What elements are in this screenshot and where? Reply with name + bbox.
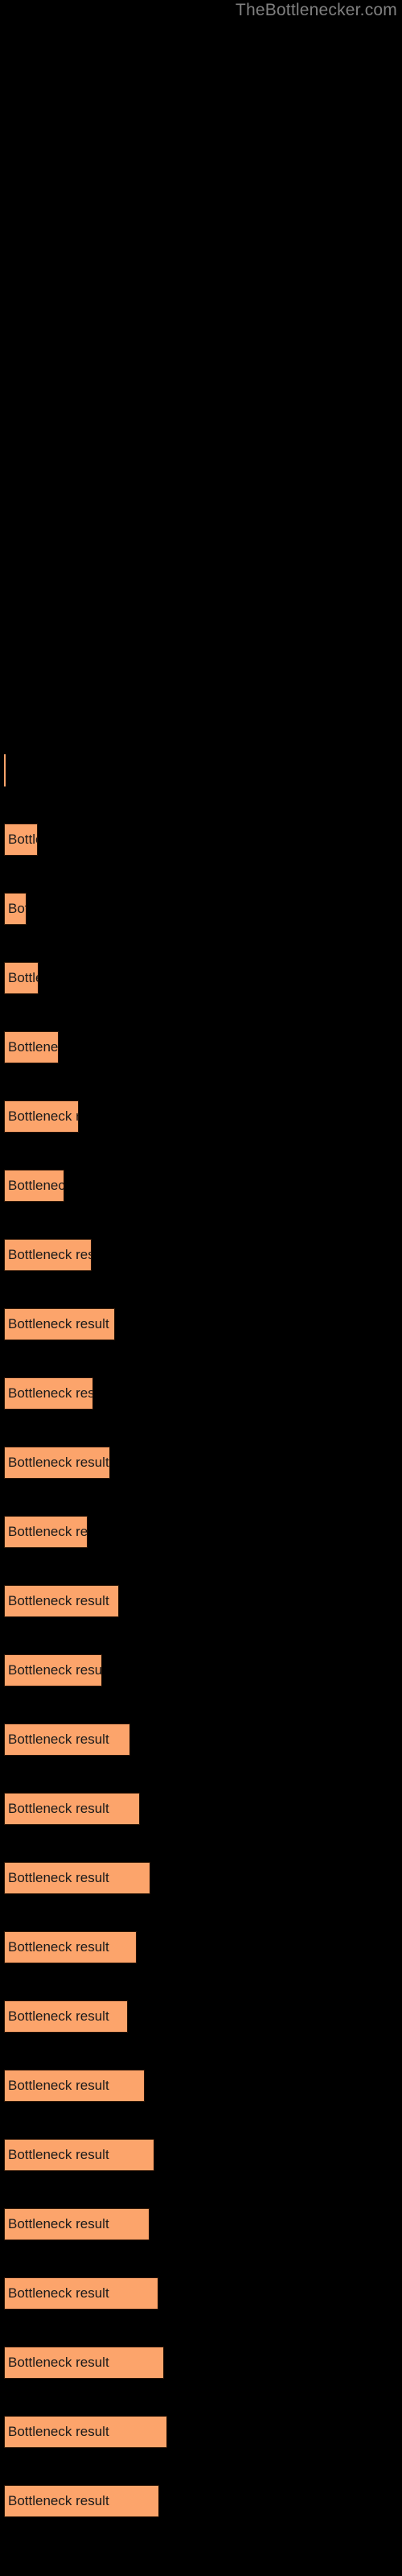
bar-row: Bottleneck result <box>0 1445 402 1480</box>
chart-bar: Bottleneck result <box>4 2208 150 2240</box>
bar-label: Bottleneck result <box>8 1593 109 1608</box>
bar-label: Bottleneck result <box>8 2355 109 2370</box>
bar-row: Bottleneck result <box>0 1030 402 1065</box>
bar-label: Bottleneck result <box>8 2285 109 2301</box>
bar-label: Bottleneck result <box>8 2216 109 2231</box>
bar-row: Bottleneck result <box>0 1653 402 1688</box>
bottleneck-bar-chart: Bottleneck result Bottleneck result Bottle… <box>0 0 402 2576</box>
chart-bar: Bottleneck result <box>4 1308 115 1340</box>
bar-row: Bottleneck result <box>0 822 402 857</box>
chart-bar: Bottleneck result <box>4 893 27 925</box>
bar-label: Bottleneck result <box>8 832 37 847</box>
bar-label: Bottleneck result <box>8 1455 109 1470</box>
chart-bar: Bottleneck result <box>4 1931 137 1963</box>
chart-bar: Bottleneck result <box>4 1724 130 1756</box>
chart-bar: Bottleneck result <box>4 824 38 856</box>
bar-row: Bottleneck result <box>0 1514 402 1550</box>
chart-bar: Bottleneck result <box>4 2485 159 2517</box>
bar-row: Bottleneck result <box>0 1583 402 1619</box>
bar-label: Bottleneck result <box>8 2424 109 2439</box>
chart-bar: Bottleneck result <box>4 962 39 994</box>
bar-row: Bottleneck result <box>0 1376 402 1411</box>
chart-bar: Bottleneck result <box>4 1585 119 1617</box>
bar-label: Bottleneck result <box>8 1939 109 1955</box>
chart-bar: Bottleneck result <box>4 1516 88 1548</box>
bar-row: Bottleneck result <box>0 2068 402 2103</box>
chart-bar: Bottleneck result <box>4 2277 158 2310</box>
chart-bar: Bottleneck result <box>4 2000 128 2033</box>
bar-row: Bottleneck result <box>0 2276 402 2311</box>
bar-row: Bottleneck result <box>0 2207 402 2242</box>
bar-row: Bottleneck result <box>0 1999 402 2034</box>
chart-bar: Bottleneck result <box>4 1031 59 1063</box>
chart-bar: Bottleneck result <box>4 2416 167 2448</box>
bar-label: Bottleneck result <box>8 1039 59 1055</box>
bar-row: Bottleneck result <box>0 1791 402 1827</box>
chart-bar: Bottleneck result <box>4 1862 150 1894</box>
bar-row: Bottleneck result <box>0 2345 402 2380</box>
chart-bar: Bottleneck result <box>4 1239 92 1271</box>
bar-row: Bottleneck result <box>0 1722 402 1757</box>
bar-label: Bottleneck result <box>8 1247 91 1262</box>
bar-label: Bottleneck result <box>8 1870 109 1885</box>
bar-label: Bottleneck result <box>8 1801 109 1816</box>
bar-label: Bottleneck result <box>8 2078 109 2093</box>
bar-row: Bottleneck result <box>0 960 402 996</box>
chart-bar: Bottleneck result <box>4 2139 154 2171</box>
bar-row: Bottleneck result <box>0 891 402 927</box>
chart-bar: Bottleneck result <box>4 2347 164 2379</box>
bar-row: Bottleneck result <box>0 1930 402 1965</box>
chart-bar: Bottleneck result <box>4 1377 93 1410</box>
bar-label: Bottleneck result <box>8 1524 88 1539</box>
chart-bar: Bottleneck result <box>4 1447 110 1479</box>
bar-label: Bottleneck result <box>8 2493 109 2508</box>
bar-row: Bottleneck result <box>0 1860 402 1896</box>
bar-label: Bottleneck result <box>8 970 38 985</box>
bar-row: Bottleneck result <box>0 753 402 788</box>
bar-row: Bottleneck result <box>0 1168 402 1203</box>
chart-bar: Bottleneck result <box>4 2070 145 2102</box>
chart-bar: Bottleneck result <box>4 1170 64 1202</box>
bar-row: Bottleneck result <box>0 2483 402 2519</box>
chart-bar: Bottleneck result <box>4 754 6 786</box>
bar-row: Bottleneck result <box>0 2137 402 2173</box>
bar-row: Bottleneck result <box>0 1307 402 1342</box>
bar-row: Bottleneck result <box>0 1099 402 1134</box>
bar-label: Bottleneck result <box>8 1316 109 1331</box>
bar-label: Bottleneck result <box>8 2147 109 2162</box>
chart-bar: Bottleneck result <box>4 1100 79 1133</box>
bar-row: Bottleneck result <box>0 1237 402 1273</box>
bar-label: Bottleneck result <box>8 901 26 916</box>
bar-label: Bottleneck result <box>8 1108 78 1124</box>
bar-label: Bottleneck result <box>8 2008 109 2024</box>
bar-label: Bottleneck result <box>8 1662 102 1678</box>
bar-label: Bottleneck result <box>8 1178 64 1193</box>
bar-row: Bottleneck result <box>0 2414 402 2450</box>
chart-bar: Bottleneck result <box>4 1654 102 1686</box>
bar-label: Bottleneck result <box>8 1385 93 1401</box>
chart-bar: Bottleneck result <box>4 1793 140 1825</box>
bar-label: Bottleneck result <box>8 1732 109 1747</box>
